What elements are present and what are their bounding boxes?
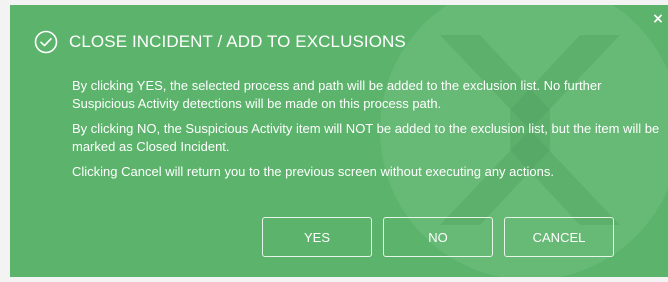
- yes-explanation: By clicking YES, the selected process an…: [72, 78, 602, 111]
- dialog-title: CLOSE INCIDENT / ADD TO EXCLUSIONS: [69, 32, 406, 51]
- cancel-explanation: Clicking Cancel will return you to the p…: [72, 164, 554, 179]
- cancel-button[interactable]: CANCEL: [504, 217, 614, 257]
- yes-button[interactable]: YES: [262, 217, 372, 257]
- close-incident-dialog: × CLOSE INCIDENT / ADD TO EXCLUSIONS By …: [10, 5, 668, 277]
- close-icon[interactable]: ×: [651, 12, 665, 26]
- dialog-buttons: YES NO CANCEL: [262, 217, 614, 257]
- dialog-body: By clicking YES, the selected process an…: [72, 77, 662, 188]
- no-explanation: By clicking NO, the Suspicious Activity …: [72, 121, 660, 154]
- no-button[interactable]: NO: [383, 217, 493, 257]
- check-circle-icon: [34, 30, 58, 54]
- dialog-header: CLOSE INCIDENT / ADD TO EXCLUSIONS: [34, 30, 406, 54]
